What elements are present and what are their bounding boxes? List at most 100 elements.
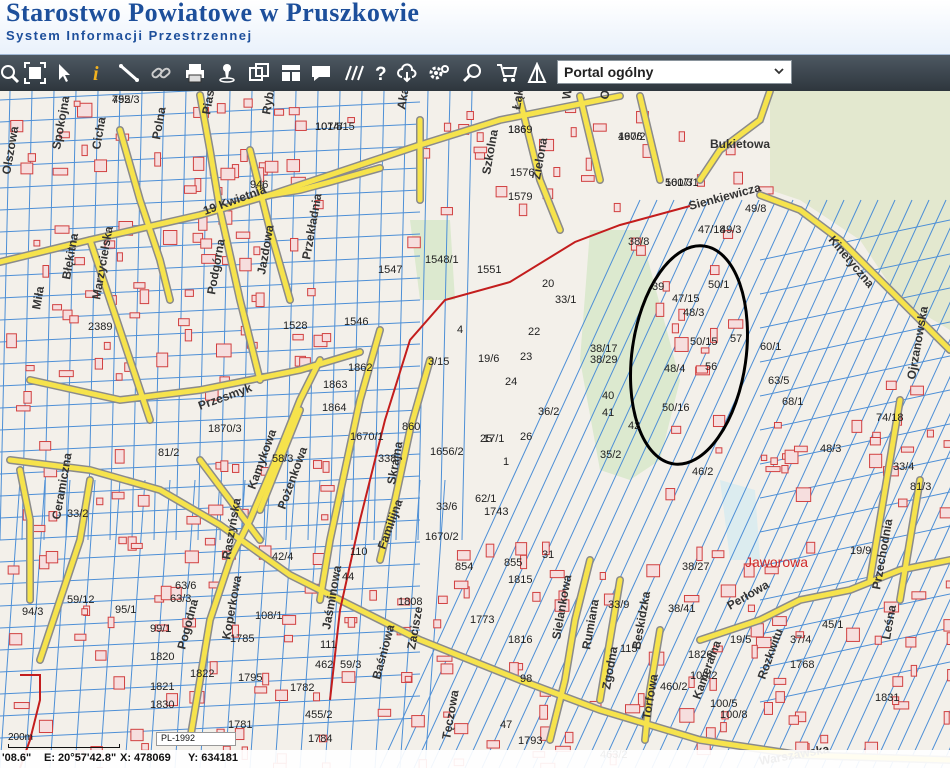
link-icon[interactable] [148, 60, 174, 86]
parcel-label: 33/6 [436, 501, 457, 513]
app-subtitle: System Informacji Przestrzennej [6, 28, 253, 43]
parcel-label: 4 [457, 324, 463, 336]
cart-icon[interactable] [494, 60, 520, 86]
parcel-label: 41 [602, 407, 614, 419]
parcel-label: 1546 [344, 316, 368, 328]
zoom-icon[interactable] [0, 60, 22, 86]
layers-icon[interactable] [246, 60, 272, 86]
comment-icon[interactable] [308, 60, 334, 86]
settings-icon[interactable] [426, 60, 452, 86]
layout-icon[interactable] [278, 60, 304, 86]
parcel-label: 48/3 [820, 443, 841, 455]
parcel-label: 1816 [508, 634, 532, 646]
parcel-label: 1815 [508, 574, 532, 586]
parcel-label: 1768 [790, 659, 814, 671]
parcel-label: 19/6 [478, 353, 499, 365]
print-icon[interactable] [182, 60, 208, 86]
parcel-label: 1830 [150, 699, 174, 711]
parcel-label: 50/16 [662, 402, 690, 414]
parcel-label: 56 [705, 361, 717, 373]
parcel-label: 1548/1 [425, 254, 459, 266]
crs-select[interactable]: PL-1992 [156, 732, 236, 746]
parcel-label: 462 [315, 659, 333, 671]
parcel-label: 48/4 [664, 363, 685, 375]
parcel-label: 95/1 [115, 604, 136, 616]
map-view[interactable]: 752 1074/15 1869 1606 1617/1 49/8 946 1576 1579 4… [0, 91, 950, 768]
parcel-label: 497/2 [618, 131, 646, 143]
crs-value: PL-1992 [161, 733, 196, 743]
help-icon[interactable]: ? [368, 60, 394, 86]
parcel-label: 495/3 [112, 94, 140, 106]
parcel-label: 31 [542, 549, 554, 561]
portal-select-value: Portal ogólny [564, 64, 654, 80]
parcel-label: 1820 [150, 651, 174, 663]
parcel-label: 47/15 [672, 293, 700, 305]
parcel-label: 42 [628, 420, 640, 432]
info-icon[interactable]: i [84, 60, 110, 86]
app-header: Starostwo Powiatowe w Pruszkowie System … [0, 0, 950, 55]
parcel-label: 24 [505, 376, 517, 388]
parcel-label: 49/8 [745, 203, 766, 215]
parcel-label: 26 [520, 431, 532, 443]
hatch-icon[interactable] [340, 60, 366, 86]
parcel-label: 81/3 [910, 481, 931, 493]
draw-triangle-icon[interactable] [524, 60, 550, 86]
parcel-label: 99/1 [150, 623, 171, 635]
parcel-label: 1862 [348, 362, 372, 374]
parcel-label: 37/4 [790, 634, 811, 646]
svg-text:i: i [93, 63, 99, 84]
parcel-label: 1670/1 [350, 431, 384, 443]
parcel-label: 48/3 [683, 307, 704, 319]
parcel-label: 1793 [518, 735, 542, 747]
parcel-label: 1743 [484, 506, 508, 518]
parcel-label: 33/2 [67, 508, 88, 520]
parcel-label: 101/8 [315, 121, 343, 133]
parcel-label: 1670/2 [425, 531, 459, 543]
parcel-label: 1808 [398, 596, 422, 608]
scale-bar: 200m [8, 732, 128, 748]
y-coordinate: Y: 634181 [188, 752, 238, 764]
scale-label: 200m [8, 732, 34, 743]
parcel-label: 60/1 [760, 341, 781, 353]
parcel-label: 500/3 [665, 177, 693, 189]
parcel-label: 94/3 [22, 606, 43, 618]
parcel-label: 62/1 [475, 493, 496, 505]
parcel-label: 74/18 [876, 412, 904, 424]
parcel-label: 49/3 [720, 224, 741, 236]
select-arrow-icon[interactable] [52, 60, 78, 86]
parcel-label: 40 [602, 390, 614, 402]
parcel-label: 63/5 [768, 375, 789, 387]
search-icon[interactable] [460, 60, 486, 86]
parcel-label: 38/29 [590, 354, 618, 366]
parcel-label: 110 [350, 546, 368, 558]
parcel-label: 1579 [508, 191, 532, 203]
pin-icon[interactable] [214, 60, 240, 86]
portal-select[interactable]: Portal ogólny [557, 60, 792, 84]
parcel-label: 1 [503, 456, 509, 468]
parcel-label: 47 [500, 719, 512, 731]
parcel-label: 35/2 [600, 449, 621, 461]
parcel-label: 108/1 [255, 610, 283, 622]
parcel-label: 1547 [378, 264, 402, 276]
cloud-download-icon[interactable] [394, 60, 420, 86]
parcel-label: 81/2 [158, 447, 179, 459]
zoom-extent-icon[interactable] [22, 60, 48, 86]
toolbar: i ? [0, 55, 950, 92]
parcel-label: 22 [528, 326, 540, 338]
parcel-label: 33/1 [555, 294, 576, 306]
parcel-label: 68/1 [782, 396, 803, 408]
parcel-label: 1781 [228, 719, 252, 731]
parcel-label: 57 [730, 333, 742, 345]
parcel-label: 19/5 [730, 634, 751, 646]
parcel-label: 860 [402, 421, 420, 433]
chevron-down-icon [774, 68, 784, 75]
app-title: Starostwo Powiatowe w Pruszkowie [6, 0, 420, 27]
parcel-label: 36/2 [538, 406, 559, 418]
street-label: Bukietowa [710, 137, 770, 151]
parcel-label: 1784 [308, 733, 332, 745]
parcel-label: 38/41 [668, 603, 696, 615]
parcel-label: 1822 [190, 668, 214, 680]
measure-ruler-icon[interactable] [116, 60, 142, 86]
parcel-label: 1782 [290, 682, 314, 694]
parcel-label: 1528 [283, 320, 307, 332]
